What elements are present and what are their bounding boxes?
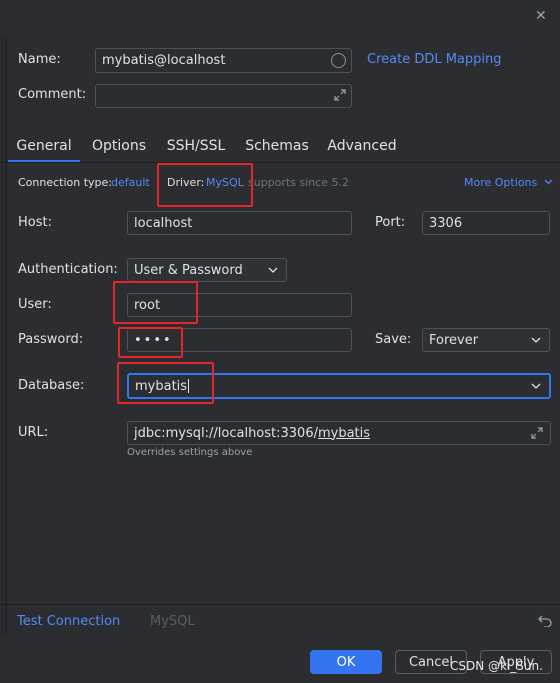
authentication-label: Authentication: (18, 262, 118, 277)
password-label: Password: (18, 332, 84, 347)
authentication-select[interactable]: User & Password (127, 258, 287, 282)
tab-schemas[interactable]: Schemas (242, 130, 312, 162)
ok-button[interactable]: OK (310, 650, 382, 674)
undo-icon[interactable] (538, 613, 552, 631)
expand-icon[interactable] (530, 426, 544, 444)
tab-ssh-ssl-label: SSH/SSL (166, 138, 226, 154)
tab-ssh-ssl[interactable]: SSH/SSL (160, 130, 232, 162)
test-connection-link[interactable]: Test Connection (17, 614, 120, 629)
tab-schemas-label: Schemas (245, 138, 309, 154)
name-input[interactable]: mybatis@localhost (95, 48, 352, 73)
left-panel-edge (0, 36, 7, 636)
port-input[interactable]: 3306 (422, 211, 550, 235)
tab-general-label: General (16, 138, 72, 154)
password-highlight-box (118, 327, 183, 358)
name-value: mybatis@localhost (102, 53, 226, 68)
chevron-down-icon (544, 179, 553, 185)
port-label: Port: (375, 215, 406, 230)
driver-highlight-box (157, 163, 253, 207)
create-ddl-mapping-link[interactable]: Create DDL Mapping (367, 52, 502, 67)
footer-divider (0, 604, 560, 605)
host-value: localhost (134, 215, 193, 231)
authentication-value: User & Password (134, 262, 243, 278)
save-label: Save: (375, 332, 412, 347)
port-value: 3306 (429, 215, 463, 231)
user-label: User: (18, 297, 52, 312)
driver-note: supports since 5.2 (248, 176, 350, 189)
chevron-down-icon (268, 267, 278, 273)
name-label: Name: (18, 52, 61, 67)
database-highlight-box (117, 362, 214, 404)
url-input[interactable]: jdbc:mysql://localhost:3306/mybatis (127, 421, 551, 445)
name-color-circle-icon[interactable] (331, 53, 346, 68)
connection-type-value[interactable]: default (111, 176, 150, 189)
tab-advanced-label: Advanced (327, 138, 397, 154)
comment-label: Comment: (18, 87, 87, 102)
comment-input[interactable] (95, 84, 352, 108)
chevron-down-icon (531, 337, 541, 343)
database-label: Database: (18, 378, 85, 393)
tab-divider (0, 162, 560, 163)
tab-options-label: Options (91, 138, 147, 154)
tab-options[interactable]: Options (86, 130, 152, 162)
save-select[interactable]: Forever (422, 328, 550, 352)
ok-label: OK (336, 654, 356, 670)
cancel-label: Cancel (408, 654, 454, 670)
close-icon[interactable]: ✕ (535, 8, 547, 24)
url-database: mybatis (317, 425, 371, 441)
watermark: CSDN @ki_Sun. (450, 659, 543, 673)
title-bar (0, 0, 560, 36)
url-label: URL: (18, 425, 49, 440)
chevron-down-icon[interactable] (531, 381, 541, 391)
expand-icon[interactable] (333, 88, 347, 106)
url-prefix: jdbc:mysql://localhost:3306/ (134, 425, 318, 441)
save-value: Forever (429, 332, 479, 348)
driver-name: MySQL (150, 614, 195, 629)
more-options-link[interactable]: More Options (464, 176, 553, 189)
connection-type-label: Connection type: (18, 176, 113, 189)
more-options-label: More Options (464, 176, 538, 189)
url-note: Overrides settings above (127, 447, 253, 458)
tab-advanced[interactable]: Advanced (322, 130, 402, 162)
host-label: Host: (18, 215, 52, 230)
host-input[interactable]: localhost (127, 211, 352, 235)
tab-general[interactable]: General (8, 130, 80, 163)
user-highlight-box (113, 281, 198, 324)
